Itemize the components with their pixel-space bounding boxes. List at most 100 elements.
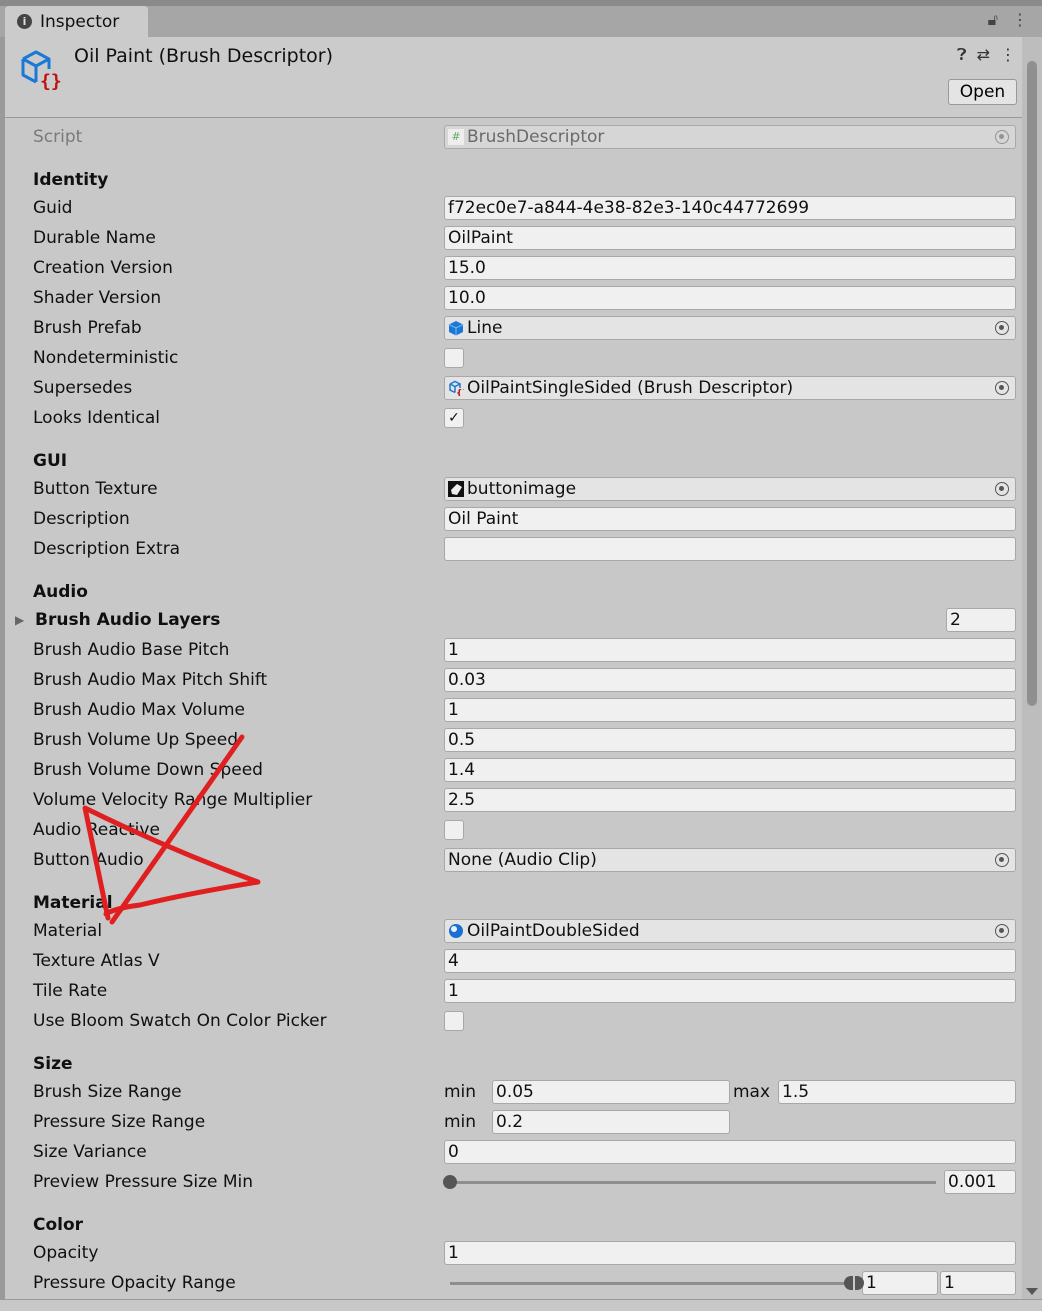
brush-audio-max-volume-input[interactable]: 1 [444,698,1016,722]
nondeterministic-checkbox[interactable] [444,348,464,368]
field-label: Volume Velocity Range Multiplier [33,790,313,810]
field-row-brush-audio-layers: ▶ Brush Audio Layers 2 [5,605,1022,635]
scrollbar-thumb[interactable] [1027,61,1037,706]
window-tab-bar: i Inspector 🔓︎ ⋮ [0,0,1042,37]
shader-version-input[interactable]: 10.0 [444,286,1016,310]
brush-audio-max-pitch-shift-input[interactable]: 0.03 [444,668,1016,692]
creation-version-input[interactable]: 15.0 [444,256,1016,280]
field-label: Brush Size Range [33,1082,182,1102]
brush-audio-layers-count-input[interactable]: 2 [946,608,1016,632]
field-row-description: Description Oil Paint [5,504,1022,534]
section-header-gui: GUI [5,448,1022,474]
use-bloom-swatch-on-color-picker-checkbox[interactable] [444,1011,464,1031]
min-label: min [444,1112,477,1132]
presets-icon[interactable]: ⇄ [977,45,990,65]
field-label: Brush Audio Base Pitch [33,640,230,660]
supersedes-object-field[interactable]: {}OilPaintSingleSided (Brush Descriptor) [444,376,1016,400]
brush-size-range-min-input[interactable]: 0.05 [492,1080,730,1104]
field-value: min 0.2 [444,1110,1016,1134]
field-value: 1 [444,1241,1016,1265]
brush-size-range-max-input[interactable]: 1.5 [778,1080,1016,1104]
foldout-arrow-icon[interactable]: ▶ [15,613,24,627]
object-picker-icon[interactable] [995,924,1009,938]
object-picker-icon[interactable] [995,853,1009,867]
section-title: Size [33,1054,73,1074]
tile-rate-input[interactable]: 1 [444,979,1016,1003]
preview-pressure-size-min-slider[interactable] [443,1174,936,1189]
field-value: 1 [444,638,1016,662]
object-name: None (Audio Clip) [448,850,597,870]
info-icon: i [17,14,32,29]
button-audio-object-field[interactable]: None (Audio Clip) [444,848,1016,872]
pressure-opacity-range-max-input[interactable]: 1 [940,1271,1016,1295]
description-input[interactable]: Oil Paint [444,507,1016,531]
field-value: ✓ [444,406,1016,430]
vertical-scrollbar[interactable] [1022,37,1042,1299]
field-value: None (Audio Clip) [444,848,1016,872]
guid-input[interactable]: f72ec0e7-a844-4e38-82e3-140c44772699 [444,196,1016,220]
preview-pressure-size-min-value-input[interactable]: 0.001 [944,1170,1016,1194]
description-extra-input[interactable] [444,537,1016,561]
object-picker-icon[interactable] [995,482,1009,496]
section-title: Material [33,893,113,913]
open-button[interactable]: Open [948,79,1017,105]
brush-volume-up-speed-input[interactable]: 0.5 [444,728,1016,752]
field-value: 1 [444,979,1016,1003]
button-texture-object-field[interactable]: buttonimage [444,477,1016,501]
slider-handle[interactable] [443,1174,458,1189]
scriptable-object-icon: {} [448,380,469,399]
range-handle[interactable] [844,1275,864,1290]
pressure-opacity-range-minmax-slider[interactable] [450,1275,864,1290]
field-label: Audio Reactive [33,820,160,840]
script-row: Script # BrushDescriptor [5,122,1022,152]
field-row-creation-version: Creation Version 15.0 [5,253,1022,283]
field-row-pressure-size-range: Pressure Size Range min 0.2 [5,1107,1022,1137]
object-picker-icon[interactable] [995,381,1009,395]
brush-volume-down-speed-input[interactable]: 1.4 [444,758,1016,782]
inspector-header: {} Oil Paint (Brush Descriptor) ❓︎ ⇄ ⋮ Ope… [5,37,1022,118]
pressure-size-range-min-input[interactable]: 0.2 [492,1110,730,1134]
field-label: Button Audio [33,850,144,870]
material-object-field[interactable]: OilPaintDoubleSided [444,919,1016,943]
field-value: f72ec0e7-a844-4e38-82e3-140c44772699 [444,196,1016,220]
opacity-input[interactable]: 1 [444,1241,1016,1265]
field-value: 1 [444,698,1016,722]
tab-inspector[interactable]: i Inspector [5,6,148,37]
field-label: Shader Version [33,288,162,308]
texture-icon [448,481,464,497]
volume-velocity-range-multiplier-input[interactable]: 2.5 [444,788,1016,812]
field-row-brush-volume-down-speed: Brush Volume Down Speed 1.4 [5,755,1022,785]
kebab-menu-icon[interactable]: ⋮ [1000,45,1016,65]
section-header-size: Size [5,1051,1022,1077]
size-variance-input[interactable]: 0 [444,1140,1016,1164]
pressure-opacity-range-min-input[interactable]: 1 [862,1271,938,1295]
field-label[interactable]: Brush Audio Layers [35,610,220,630]
audio-reactive-checkbox[interactable] [444,820,464,840]
brush-audio-base-pitch-input[interactable]: 1 [444,638,1016,662]
material-sphere-icon [448,923,464,939]
object-picker-icon[interactable] [995,321,1009,335]
field-value: 2 [444,608,1016,632]
field-row-volume-velocity-range-multiplier: Volume Velocity Range Multiplier 2.5 [5,785,1022,815]
field-label: Size Variance [33,1142,147,1162]
scroll-down-arrow-icon[interactable] [1026,1288,1038,1295]
field-value [444,346,1016,370]
section-header-identity: Identity [5,167,1022,193]
lock-icon[interactable]: 🔓︎ [988,10,998,30]
field-value: min 0.05 max 1.5 [444,1080,1016,1104]
field-row-shader-version: Shader Version 10.0 [5,283,1022,313]
durable-name-input[interactable]: OilPaint [444,226,1016,250]
brush-prefab-object-field[interactable]: Line [444,316,1016,340]
field-label: Opacity [33,1243,99,1263]
field-row-brush-volume-up-speed: Brush Volume Up Speed 0.5 [5,725,1022,755]
field-value [444,1009,1016,1033]
looks-identical-checkbox[interactable]: ✓ [444,408,464,428]
field-value: 11 [444,1271,1016,1295]
section-header-audio: Audio [5,579,1022,605]
kebab-menu-icon[interactable]: ⋮ [1012,10,1028,30]
field-value: 15.0 [444,256,1016,280]
texture-atlas-v-input[interactable]: 4 [444,949,1016,973]
help-icon[interactable]: ❓︎ [957,45,967,65]
checkmark-icon: ✓ [448,410,460,426]
cs-script-icon: # [448,129,464,145]
